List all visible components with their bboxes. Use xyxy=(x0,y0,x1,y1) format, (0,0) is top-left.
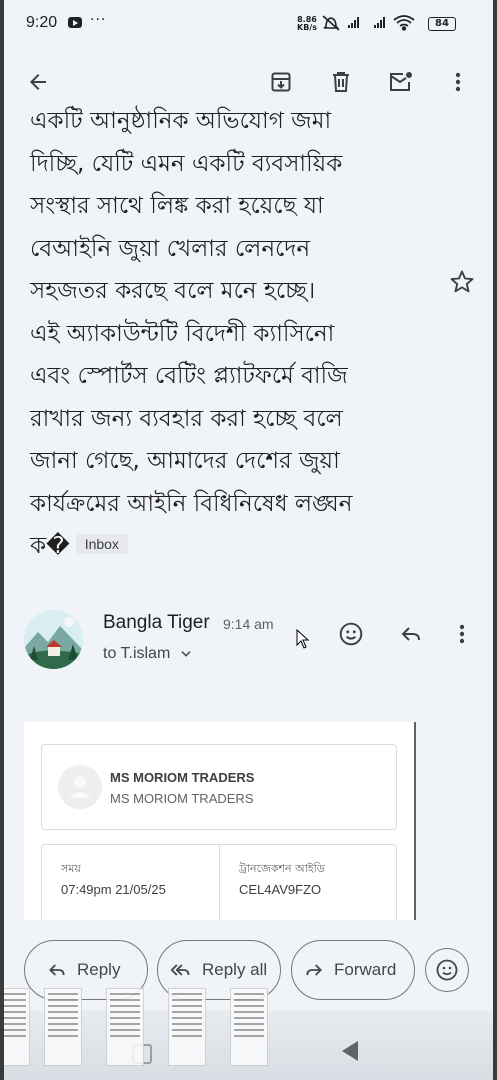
emoji-reaction-button[interactable] xyxy=(333,616,369,652)
body-line: কার্যক্রমের আইনি বিধিনিষেধ লঙ্ঘন xyxy=(30,490,353,517)
forward-label: Forward xyxy=(334,960,397,979)
body-line: এবং স্পোর্টস বেটিং প্ল্যাটফর্মে বাজি xyxy=(30,363,348,389)
body-line: দিচ্ছি, যেটি এমন একটি ব্যবসায়িক xyxy=(30,150,343,177)
reply-all-icon xyxy=(170,964,190,976)
mouse-cursor-icon xyxy=(296,629,310,649)
sender-name[interactable]: Bangla Tiger xyxy=(103,612,210,634)
youtube-icon xyxy=(68,17,82,28)
body-line: জানা গেছে, আমাদের দেশের জুয়া xyxy=(30,448,340,474)
reply-label: Reply xyxy=(77,960,121,979)
time-label: সময় xyxy=(61,862,81,875)
recent-app-thumbnail[interactable] xyxy=(4,988,30,1066)
merchant-name: MS MORIOM TRADERS xyxy=(110,770,255,785)
signal-icon xyxy=(348,17,359,28)
body-line: সংস্থার সাথে লিঙ্ক করা হয়েছে যা xyxy=(30,193,324,219)
delete-button[interactable] xyxy=(325,66,357,98)
sender-avatar[interactable] xyxy=(24,610,83,669)
forward-button[interactable]: Forward xyxy=(291,940,415,1000)
recent-app-thumbnail[interactable] xyxy=(168,988,206,1066)
back-button[interactable] xyxy=(22,66,54,98)
avatar-landscape-icon xyxy=(24,610,83,669)
message-more-button[interactable] xyxy=(444,616,480,652)
status-icons xyxy=(322,15,415,31)
reply-all-label: Reply all xyxy=(202,960,268,979)
forward-icon xyxy=(306,964,322,976)
recipient-details-toggle[interactable]: to T.islam xyxy=(103,645,193,663)
recipient-label: to T.islam xyxy=(103,645,171,662)
recent-app-thumbnail[interactable] xyxy=(230,988,268,1066)
status-bar: 9:20 ··· 8.86 KB/s 84 xyxy=(4,0,493,48)
more-options-button[interactable] xyxy=(442,66,474,98)
transaction-id-value: CEL4AV9FZO xyxy=(239,882,322,897)
email-body: একটি আনুষ্ঠানিক অভিযোগ জমা দিচ্ছি, যেটি … xyxy=(30,108,420,568)
back-nav-icon[interactable] xyxy=(340,1040,360,1062)
recent-app-thumbnail[interactable] xyxy=(44,988,82,1066)
react-button[interactable] xyxy=(425,948,469,992)
status-time: 9:20 xyxy=(26,14,58,31)
email-screen: 9:20 ··· 8.86 KB/s 84 একটি আনুষ্ঠানিক অভ… xyxy=(4,0,493,1080)
inbox-label-chip[interactable]: Inbox xyxy=(75,533,128,554)
person-icon xyxy=(69,776,91,798)
body-line: এই অ্যাকাউন্টটি বিদেশী ক্যাসিনো xyxy=(30,320,335,347)
network-speed: 8.86 KB/s xyxy=(297,16,317,32)
wifi-icon xyxy=(393,15,415,31)
chevron-down-icon xyxy=(181,650,191,657)
sender-time: 9:14 am xyxy=(223,616,274,632)
card-scroll-edge xyxy=(414,722,416,920)
archive-button[interactable] xyxy=(265,66,297,98)
star-icon xyxy=(450,270,474,293)
more-vert-icon xyxy=(459,624,465,644)
mark-unread-icon xyxy=(390,72,412,91)
reply-button-header[interactable] xyxy=(393,616,429,652)
reply-icon xyxy=(49,964,65,976)
signal-icon-2 xyxy=(374,17,385,28)
archive-icon xyxy=(271,72,291,92)
battery-indicator: 84 xyxy=(428,17,456,31)
add-reaction-icon xyxy=(339,622,363,646)
status-overflow: ··· xyxy=(90,12,107,28)
more-vert-icon xyxy=(455,72,461,92)
network-speed-unit: KB/s xyxy=(297,23,317,32)
star-button[interactable] xyxy=(448,268,476,296)
back-arrow-icon xyxy=(30,74,46,90)
body-line-text: ক� xyxy=(30,533,70,559)
body-line: একটি আনুষ্ঠানিক অভিযোগ জমা xyxy=(30,108,332,134)
transaction-id-label: ট্রানজেকশন আইডি xyxy=(239,862,325,875)
embedded-receipt: MS MORIOM TRADERS MS MORIOM TRADERS সময়… xyxy=(24,722,414,920)
mute-icon xyxy=(322,15,340,31)
mark-unread-button[interactable] xyxy=(385,66,417,98)
body-last-line: ক� Inbox xyxy=(30,525,420,568)
merchant-subtitle: MS MORIOM TRADERS xyxy=(110,791,254,806)
merchant-avatar xyxy=(58,765,102,809)
body-line: বেআইনি জুয়া খেলার লেনদেন xyxy=(30,235,311,262)
details-divider xyxy=(219,844,220,920)
add-reaction-icon xyxy=(436,959,458,981)
recent-app-thumbnail[interactable] xyxy=(106,988,144,1066)
delete-icon xyxy=(333,72,349,92)
reply-icon xyxy=(401,627,420,641)
body-line: সহজতর করছে বলে মনে হচ্ছে। xyxy=(30,278,316,304)
time-value: 07:49pm 21/05/25 xyxy=(61,882,166,897)
body-line: রাখার জন্য ব্যবহার করা হচ্ছে বলে xyxy=(30,405,343,432)
